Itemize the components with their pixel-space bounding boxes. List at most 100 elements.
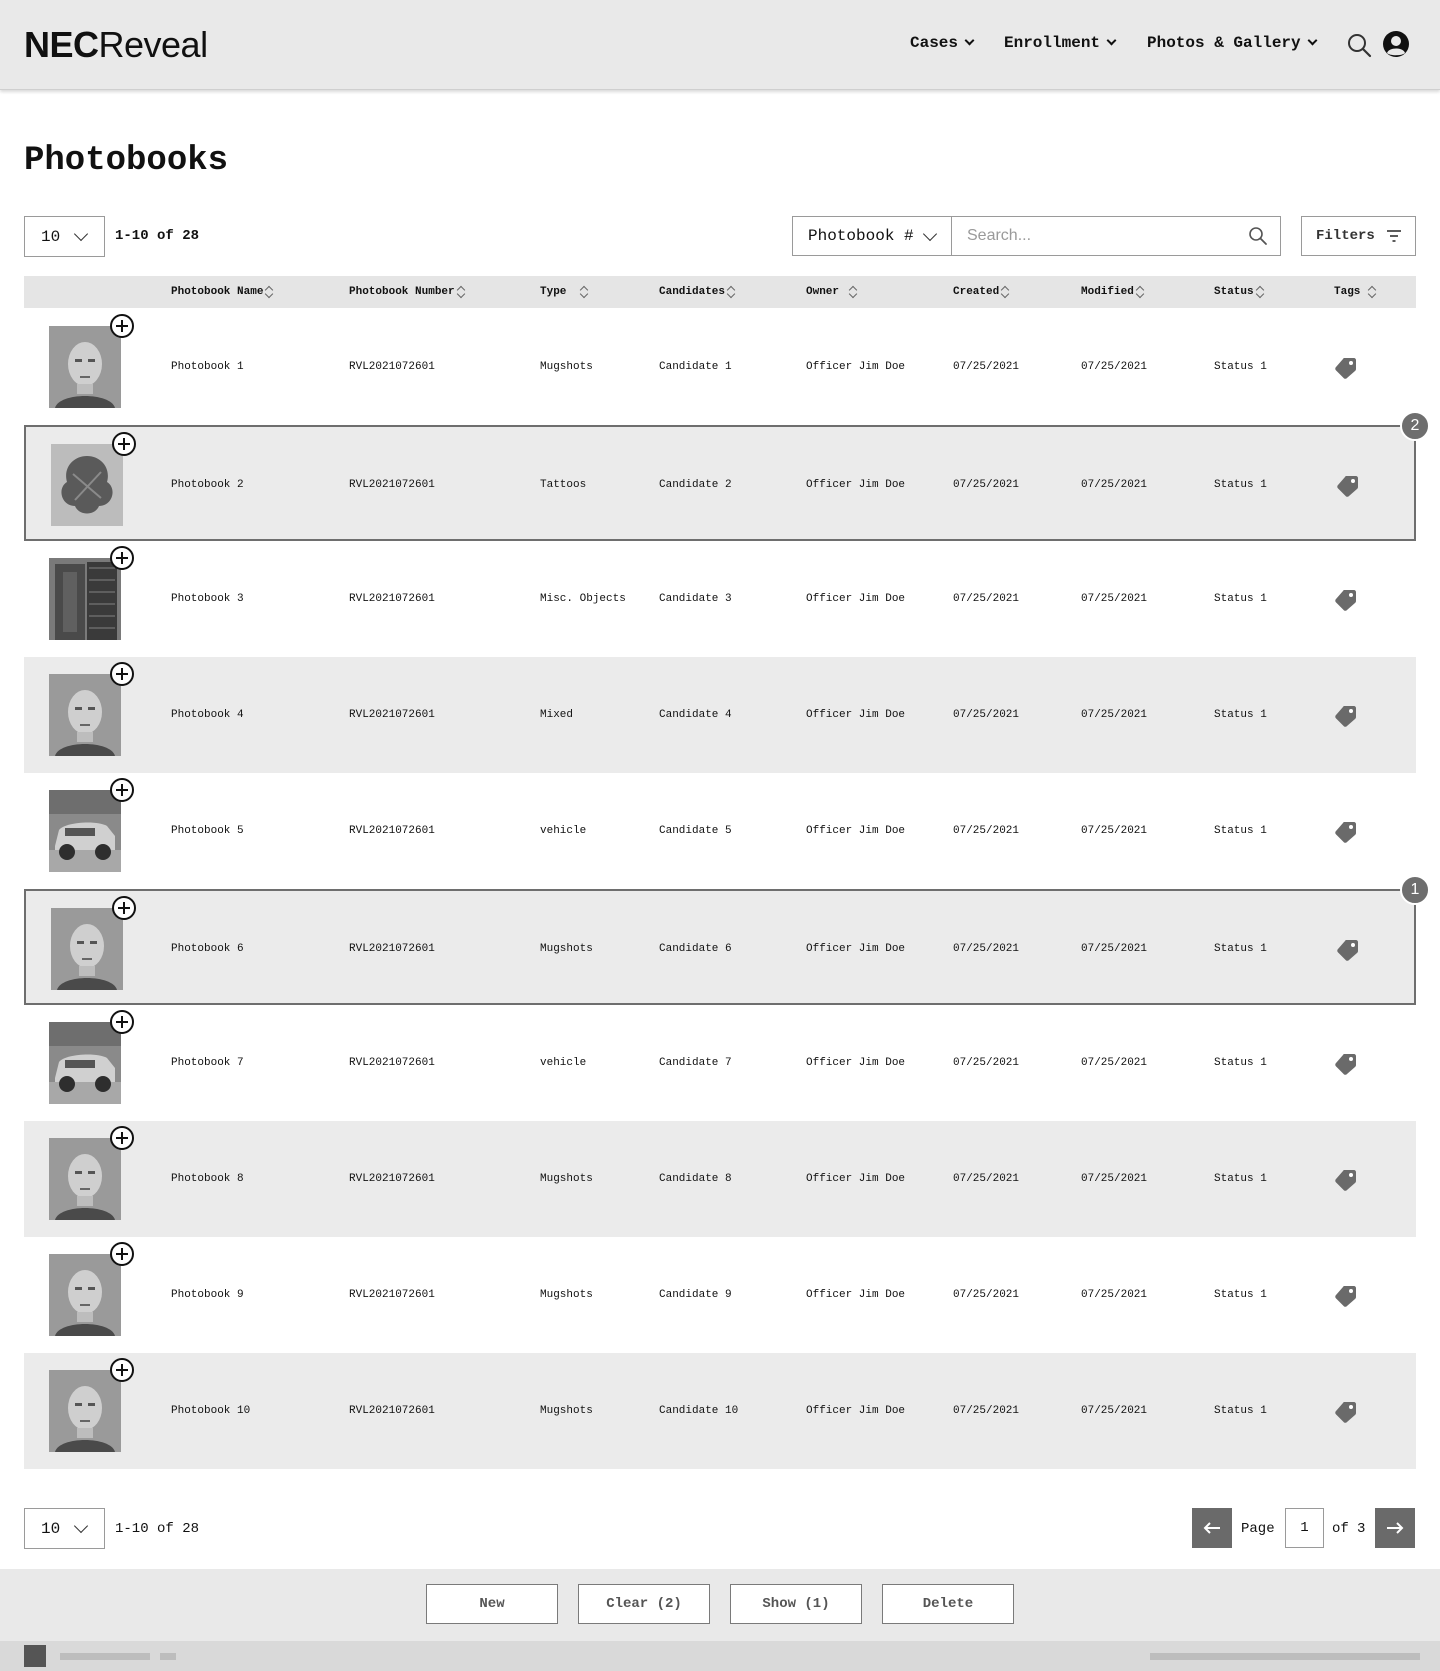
photobook-thumbnail[interactable] — [51, 444, 123, 526]
cell-status: Status 1 — [1214, 1405, 1267, 1417]
cell-created: 07/25/2021 — [953, 1057, 1020, 1069]
tag-icon[interactable] — [1334, 587, 1358, 611]
cell-created: 07/25/2021 — [953, 361, 1020, 373]
show-button[interactable]: Show (1) — [730, 1584, 862, 1624]
tag-icon[interactable] — [1334, 355, 1358, 379]
table-row[interactable]: Photobook 10 RVL2021072601 Mugshots Candida… — [24, 1353, 1416, 1469]
cell-photobook-name: Photobook 7 — [171, 1057, 244, 1069]
page-number-input[interactable]: 1 — [1285, 1508, 1324, 1548]
tag-icon[interactable] — [1336, 473, 1360, 497]
photobook-thumbnail[interactable] — [49, 1254, 121, 1336]
cell-type: Mugshots — [540, 943, 593, 955]
photobook-thumbnail[interactable] — [49, 1138, 121, 1220]
add-circle-icon[interactable] — [110, 1010, 134, 1034]
previous-page-button[interactable] — [1192, 1508, 1232, 1548]
column-header-status[interactable]: Status — [1214, 285, 1264, 299]
result-range-bottom: 1-10 of 28 — [115, 1521, 200, 1537]
cell-type: Mixed — [540, 709, 574, 721]
cell-status: Status 1 — [1214, 479, 1267, 491]
table-row[interactable]: Photobook 9 RVL2021072601 Mugshots Candidat… — [24, 1237, 1416, 1353]
column-header-type[interactable]: Type — [540, 285, 588, 299]
filters-button[interactable]: Filters — [1301, 216, 1416, 256]
status-bar — [0, 1641, 1440, 1671]
tag-icon[interactable] — [1334, 1399, 1358, 1423]
cell-created: 07/25/2021 — [953, 479, 1020, 491]
photobook-thumbnail[interactable] — [49, 790, 121, 872]
cell-owner: Officer Jim Doe — [806, 593, 906, 605]
search-type-select[interactable]: Photobook # — [792, 216, 952, 256]
arrow-right-icon — [1387, 1522, 1404, 1534]
column-header-modified[interactable]: Modified — [1081, 285, 1144, 299]
table-row[interactable]: Photobook 1 RVL2021072601 Mugshots Candidat… — [24, 309, 1416, 425]
add-circle-icon[interactable] — [112, 896, 136, 920]
search-icon[interactable] — [1248, 226, 1268, 246]
tag-icon[interactable] — [1334, 819, 1358, 843]
sort-icon — [265, 285, 273, 299]
column-header-photobook-number[interactable]: Photobook Number — [349, 285, 465, 299]
add-circle-icon[interactable] — [110, 662, 134, 686]
cell-owner: Officer Jim Doe — [806, 1289, 906, 1301]
nav-cases[interactable]: Cases — [910, 34, 975, 52]
tag-icon[interactable] — [1334, 1283, 1358, 1307]
table-row[interactable]: Photobook 7 RVL2021072601 vehicle Candidate… — [24, 1005, 1416, 1121]
table-row[interactable]: Photobook 5 RVL2021072601 vehicle Candidate… — [24, 773, 1416, 889]
table-row[interactable]: Photobook 2 RVL2021072601 Tattoos Candidate… — [24, 411, 1430, 541]
add-circle-icon[interactable] — [110, 546, 134, 570]
table-row[interactable]: Photobook 4 RVL2021072601 Mixed Candidate 4… — [24, 657, 1416, 773]
table-row[interactable]: Photobook 6 RVL2021072601 Mugshots Candidat… — [24, 875, 1430, 1005]
column-header-created[interactable]: Created — [953, 285, 1009, 299]
next-page-button[interactable] — [1375, 1508, 1415, 1548]
photobook-thumbnail[interactable] — [51, 908, 123, 990]
table-row[interactable]: Photobook 3 RVL2021072601 Misc. Objects Can… — [24, 541, 1416, 657]
cell-owner: Officer Jim Doe — [806, 709, 906, 721]
column-header-candidates[interactable]: Candidates — [659, 285, 735, 299]
tag-icon[interactable] — [1336, 937, 1360, 961]
cell-photobook-number: RVL2021072601 — [349, 709, 435, 721]
cell-status: Status 1 — [1214, 1173, 1267, 1185]
nav-enrollment[interactable]: Enrollment — [1004, 34, 1117, 52]
photobook-thumbnail[interactable] — [49, 326, 121, 408]
add-circle-icon[interactable] — [110, 314, 134, 338]
tag-icon[interactable] — [1334, 1051, 1358, 1075]
add-circle-icon[interactable] — [110, 1242, 134, 1266]
nec-reveal-logo[interactable]: NECReveal — [24, 24, 208, 66]
table-row[interactable]: Photobook 8 RVL2021072601 Mugshots Candidat… — [24, 1121, 1416, 1237]
tag-icon[interactable] — [1334, 1167, 1358, 1191]
photobook-thumbnail[interactable] — [49, 1022, 121, 1104]
per-page-select-bottom[interactable]: 10 — [24, 1508, 105, 1549]
top-navigation-bar: NECReveal Cases Enrollment Photos & Gall… — [0, 0, 1440, 90]
photobook-thumbnail[interactable] — [49, 1370, 121, 1452]
cell-photobook-number: RVL2021072601 — [349, 1289, 435, 1301]
cell-candidate: Candidate 8 — [659, 1173, 732, 1185]
photobook-thumbnail[interactable] — [49, 674, 121, 756]
cell-photobook-name: Photobook 5 — [171, 825, 244, 837]
photobook-thumbnail[interactable] — [49, 558, 121, 640]
cell-created: 07/25/2021 — [953, 1405, 1020, 1417]
cell-candidate: Candidate 7 — [659, 1057, 732, 1069]
column-label: Candidates — [659, 286, 726, 298]
search-input[interactable] — [952, 217, 1232, 255]
add-circle-icon[interactable] — [110, 778, 134, 802]
cell-photobook-number: RVL2021072601 — [349, 479, 435, 491]
logo-brand: NEC — [24, 24, 99, 65]
column-header-owner[interactable]: Owner — [806, 285, 857, 299]
add-circle-icon[interactable] — [112, 432, 136, 456]
cell-status: Status 1 — [1214, 1289, 1267, 1301]
tag-icon[interactable] — [1334, 703, 1358, 727]
user-avatar-icon[interactable] — [1382, 30, 1410, 58]
sort-icon — [1256, 285, 1264, 299]
clear-button[interactable]: Clear (2) — [578, 1584, 710, 1624]
column-header-tags[interactable]: Tags — [1334, 285, 1376, 299]
per-page-select[interactable]: 10 — [24, 216, 105, 257]
cell-modified: 07/25/2021 — [1081, 1173, 1148, 1185]
column-header-photobook-name[interactable]: Photobook Name — [171, 285, 273, 299]
delete-button[interactable]: Delete — [882, 1584, 1014, 1624]
column-label: Owner — [806, 286, 840, 298]
search-icon[interactable] — [1346, 32, 1372, 58]
cell-candidate: Candidate 1 — [659, 361, 732, 373]
add-circle-icon[interactable] — [110, 1126, 134, 1150]
cell-created: 07/25/2021 — [953, 1289, 1020, 1301]
nav-photos-gallery[interactable]: Photos & Gallery — [1147, 34, 1318, 52]
add-circle-icon[interactable] — [110, 1358, 134, 1382]
new-button[interactable]: New — [426, 1584, 558, 1624]
